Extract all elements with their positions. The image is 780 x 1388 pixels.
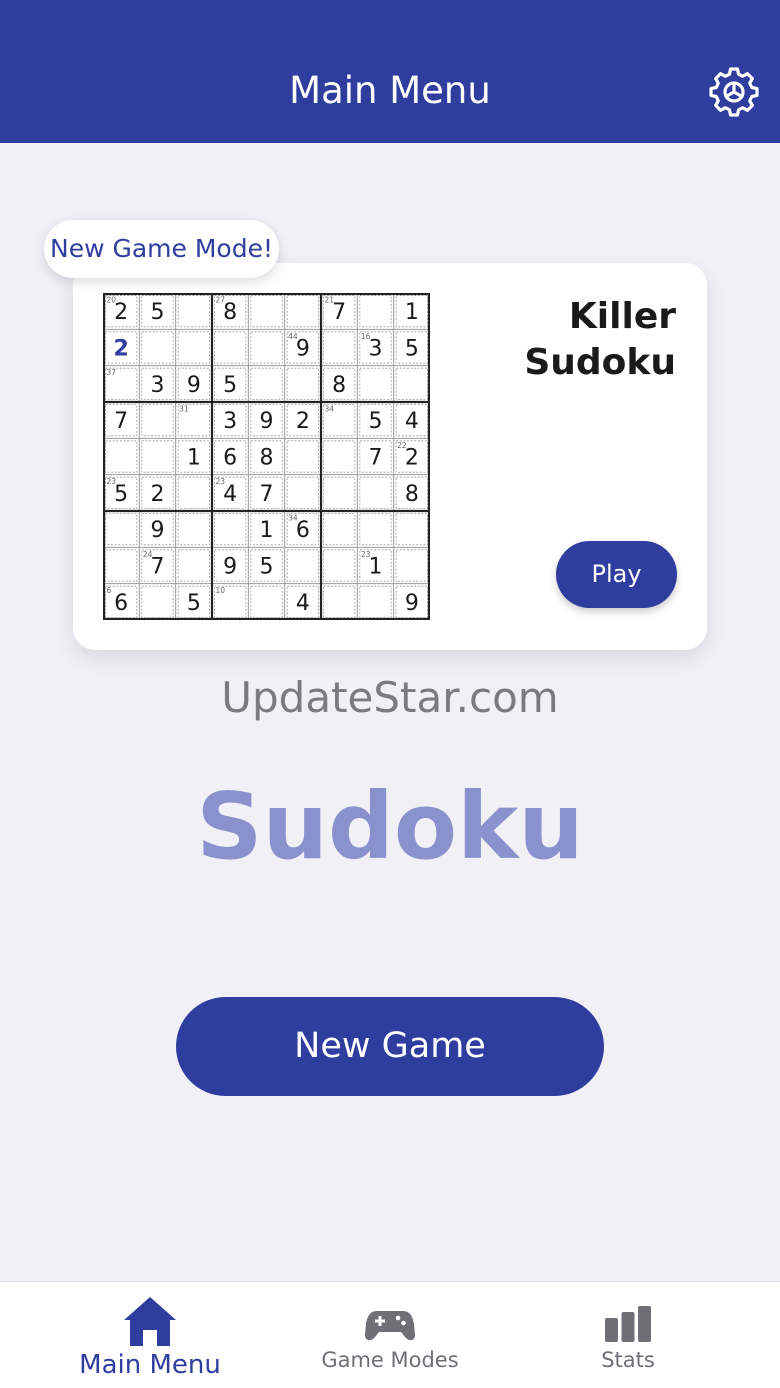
bar-chart-icon [604, 1306, 652, 1342]
grid-digit: 9 [405, 591, 419, 616]
grid-digit: 2 [114, 337, 129, 362]
cage-sum: 31 [179, 405, 189, 414]
tab-stats[interactable]: Stats [548, 1282, 708, 1388]
cage-sum: 10 [216, 586, 226, 595]
cage-sum: 34 [325, 405, 335, 414]
new-game-button[interactable]: New Game [176, 997, 604, 1096]
grid-digit: 3 [223, 409, 237, 434]
grid-digit: 9 [187, 373, 201, 398]
cage-sum: 6 [107, 586, 112, 595]
card-title-line2: Sudoku [524, 342, 676, 383]
grid-digit: 8 [405, 482, 419, 507]
grid-digit: 2 [296, 409, 310, 434]
grid-digit: 9 [151, 518, 165, 543]
grid-digit: 7 [369, 446, 383, 471]
new-mode-badge: New Game Mode! [44, 220, 279, 278]
grid-digit: 3 [151, 373, 165, 398]
play-button[interactable]: Play [556, 541, 677, 608]
tab-main-menu[interactable]: Main Menu [40, 1282, 260, 1388]
page-title: Main Menu [289, 69, 491, 112]
grid-digit: 7 [114, 409, 128, 434]
grid-digit: 5 [151, 300, 165, 325]
grid-digit: 1 [187, 446, 201, 471]
grid-digit: 8 [260, 446, 274, 471]
grid-digit: 1 [369, 555, 383, 580]
tab-label-game-modes: Game Modes [321, 1348, 459, 1372]
grid-digit: 4 [223, 482, 237, 507]
app-title: Sudoku [196, 773, 584, 880]
watermark: UpdateStar.com [221, 673, 559, 722]
grid-digit: 1 [260, 518, 274, 543]
tab-label-main-menu: Main Menu [79, 1350, 221, 1380]
bottom-tab-bar: Main Menu Game Modes Stats [0, 1281, 780, 1388]
grid-digit: 4 [405, 409, 419, 434]
grid-digit: 4 [296, 591, 310, 616]
grid-digit: 6 [223, 446, 237, 471]
grid-digit: 5 [114, 482, 128, 507]
cage-sum: 37 [107, 368, 117, 377]
grid-digit: 9 [223, 555, 237, 580]
grid-digit: 2 [405, 446, 419, 471]
grid-digit: 7 [332, 300, 346, 325]
gamepad-icon [365, 1308, 415, 1342]
grid-digit: 3 [369, 337, 383, 362]
top-app-bar: Main Menu [0, 0, 780, 143]
grid-digit: 9 [296, 337, 310, 362]
grid-digit: 8 [332, 373, 346, 398]
grid-digit: 5 [369, 409, 383, 434]
card-title: Killer Sudoku [416, 294, 676, 386]
grid-digit: 9 [260, 409, 274, 434]
grid-digit: 7 [151, 555, 165, 580]
grid-digit: 5 [223, 373, 237, 398]
tab-game-modes[interactable]: Game Modes [290, 1282, 490, 1388]
grid-digit: 8 [223, 300, 237, 325]
gear-icon[interactable] [708, 66, 760, 118]
killer-sudoku-preview: 20 27 21 44 16 37 31 34 22 23 23 34 24 23 6 10 2 5 8 7 1 2 9 3 5… [103, 293, 430, 620]
grid-digit: 5 [260, 555, 274, 580]
grid-digit: 2 [114, 300, 128, 325]
grid-digit: 6 [114, 591, 128, 616]
grid-digit: 7 [260, 482, 274, 507]
card-title-line1: Killer [568, 296, 676, 337]
home-icon [121, 1294, 179, 1348]
grid-digit: 5 [187, 591, 201, 616]
tab-label-stats: Stats [601, 1348, 655, 1372]
grid-digit: 2 [151, 482, 165, 507]
grid-digit: 6 [296, 518, 310, 543]
